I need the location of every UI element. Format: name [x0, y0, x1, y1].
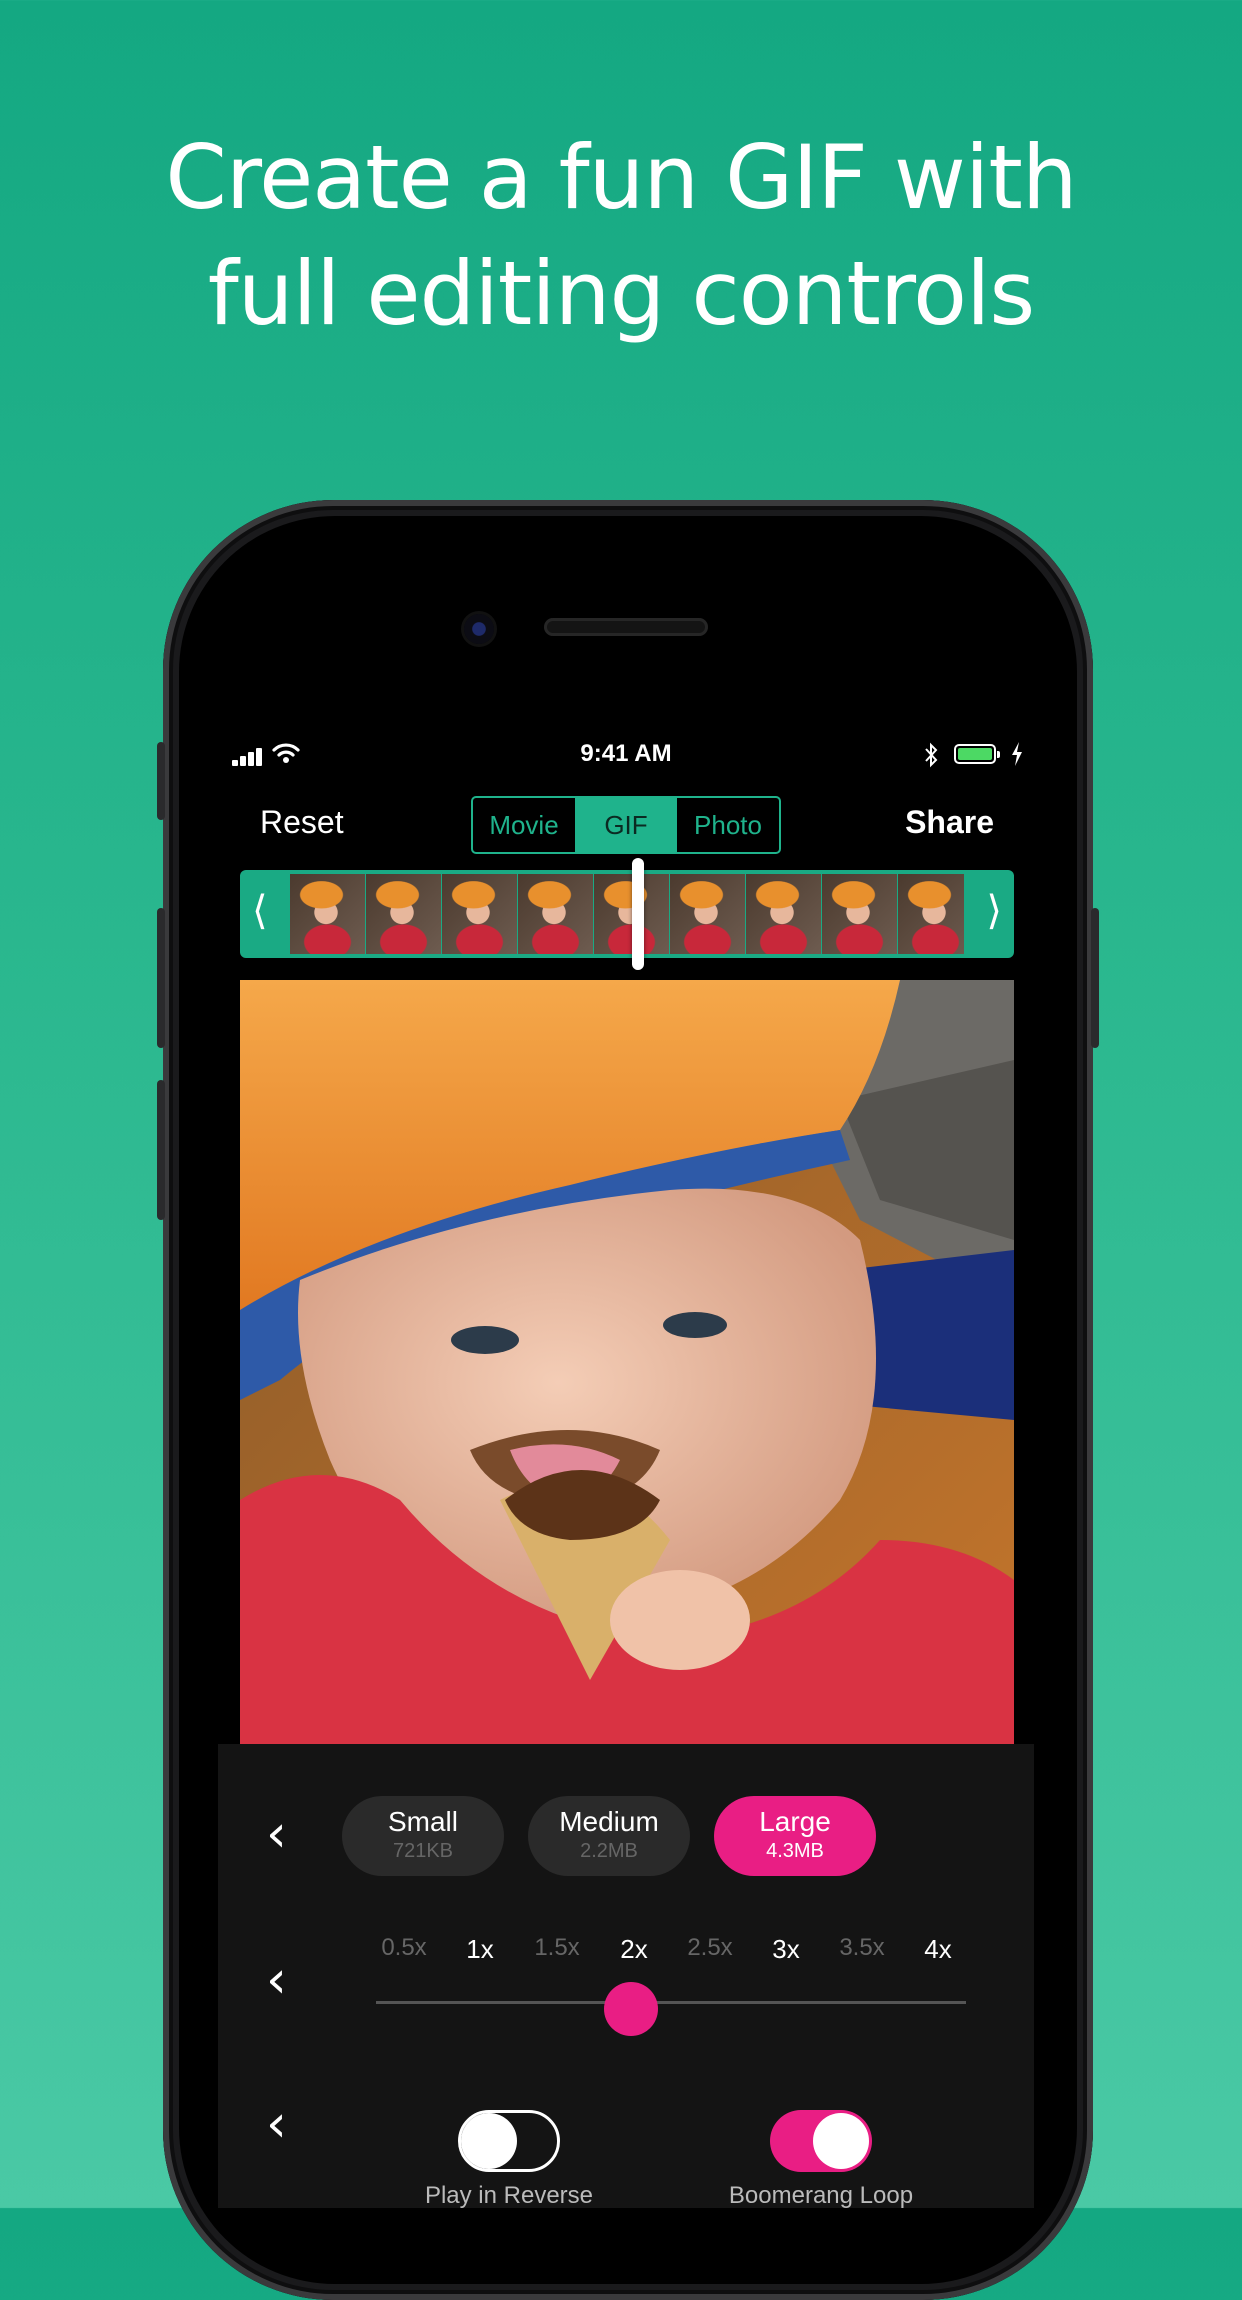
- chevron-left-icon[interactable]: ‹: [266, 1950, 287, 2010]
- size-option-name: Large: [759, 1806, 831, 1837]
- gif-preview-image: [240, 980, 1014, 1744]
- power-button: [1091, 908, 1099, 1048]
- child-eating-ice-cream-photo: [240, 980, 1014, 1744]
- earpiece-speaker: [544, 618, 708, 636]
- speed-label[interactable]: 0.5x: [381, 1934, 426, 1962]
- speed-label[interactable]: 2x: [620, 1934, 647, 1965]
- frame-thumbnail: [746, 874, 821, 954]
- speed-label[interactable]: 3.5x: [839, 1934, 884, 1962]
- speed-scale: 0.5x 1x 1.5x 2x 2.5x 3x 3.5x 4x: [376, 1934, 951, 1965]
- battery-icon: [954, 744, 1000, 764]
- speed-slider-thumb[interactable]: [604, 1982, 658, 2036]
- headline: Create a fun GIF with full editing contr…: [0, 120, 1242, 352]
- boomerang-loop-label: Boomerang Loop: [728, 2182, 914, 2208]
- frame-scrubber[interactable]: ⟨ ⟩: [240, 858, 1014, 970]
- speed-slider-track[interactable]: [376, 2001, 966, 2004]
- tab-photo[interactable]: Photo: [677, 798, 779, 852]
- size-option-medium[interactable]: Medium 2.2MB: [528, 1796, 690, 1876]
- front-camera: [464, 614, 494, 644]
- reset-button[interactable]: Reset: [260, 804, 344, 841]
- gif-options-panel: ‹ Small 721KB Medium 2.2MB Large 4.3MB ‹…: [218, 1744, 1034, 2208]
- headline-line-2: full editing controls: [207, 242, 1036, 345]
- share-button[interactable]: Share: [905, 804, 994, 841]
- mode-segmented-control: Movie GIF Photo: [471, 796, 781, 854]
- status-time: 9:41 AM: [580, 740, 672, 767]
- speed-label[interactable]: 3x: [772, 1934, 799, 1965]
- size-option-small[interactable]: Small 721KB: [342, 1796, 504, 1876]
- toggle-thumb: [461, 2113, 517, 2169]
- speed-label[interactable]: 1.5x: [534, 1934, 579, 1962]
- headline-line-1: Create a fun GIF with: [165, 126, 1077, 229]
- size-option-name: Small: [387, 1806, 458, 1837]
- frame-thumbnail: [898, 874, 964, 954]
- boomerang-loop-toggle[interactable]: [770, 2110, 872, 2172]
- chevron-left-icon[interactable]: ‹: [266, 1804, 287, 1864]
- frame-thumbnail: [366, 874, 441, 954]
- play-in-reverse-label: Play in Reverse: [424, 2182, 594, 2208]
- tab-gif[interactable]: GIF: [575, 798, 677, 852]
- volume-up-button: [157, 908, 165, 1048]
- app-screen: 9:41 AM Reset Movie GIF Photo Share ⟨ ⟩ …: [218, 732, 1034, 2208]
- play-in-reverse-toggle[interactable]: [458, 2110, 560, 2172]
- mute-switch: [157, 742, 165, 820]
- tab-movie[interactable]: Movie: [473, 798, 575, 852]
- frame-thumbnail: [518, 874, 593, 954]
- trim-end-handle[interactable]: ⟩: [986, 888, 1002, 934]
- charging-bolt-icon: [1012, 742, 1022, 766]
- toggle-thumb: [813, 2113, 869, 2169]
- chevron-left-icon[interactable]: ‹: [266, 2094, 287, 2154]
- size-option-name: Medium: [559, 1806, 659, 1837]
- size-option-filesize: 2.2MB: [580, 1840, 638, 1862]
- speed-label[interactable]: 1x: [466, 1934, 493, 1965]
- size-option-filesize: 721KB: [392, 1840, 454, 1862]
- frame-thumbnail: [290, 874, 365, 954]
- frame-thumbnails: [290, 874, 964, 954]
- size-option-filesize: 4.3MB: [766, 1840, 824, 1862]
- speed-label[interactable]: 2.5x: [687, 1934, 732, 1962]
- frame-thumbnail: [670, 874, 745, 954]
- status-bar: 9:41 AM: [218, 732, 1034, 778]
- bluetooth-icon: [925, 742, 938, 768]
- frame-thumbnail: [822, 874, 897, 954]
- volume-down-button: [157, 1080, 165, 1220]
- editor-toolbar: Reset Movie GIF Photo Share: [218, 790, 1034, 854]
- frame-thumbnail: [442, 874, 517, 954]
- size-option-large[interactable]: Large 4.3MB: [714, 1796, 876, 1876]
- playhead[interactable]: [632, 858, 644, 970]
- trim-start-handle[interactable]: ⟨: [252, 888, 268, 934]
- speed-label[interactable]: 4x: [924, 1934, 951, 1965]
